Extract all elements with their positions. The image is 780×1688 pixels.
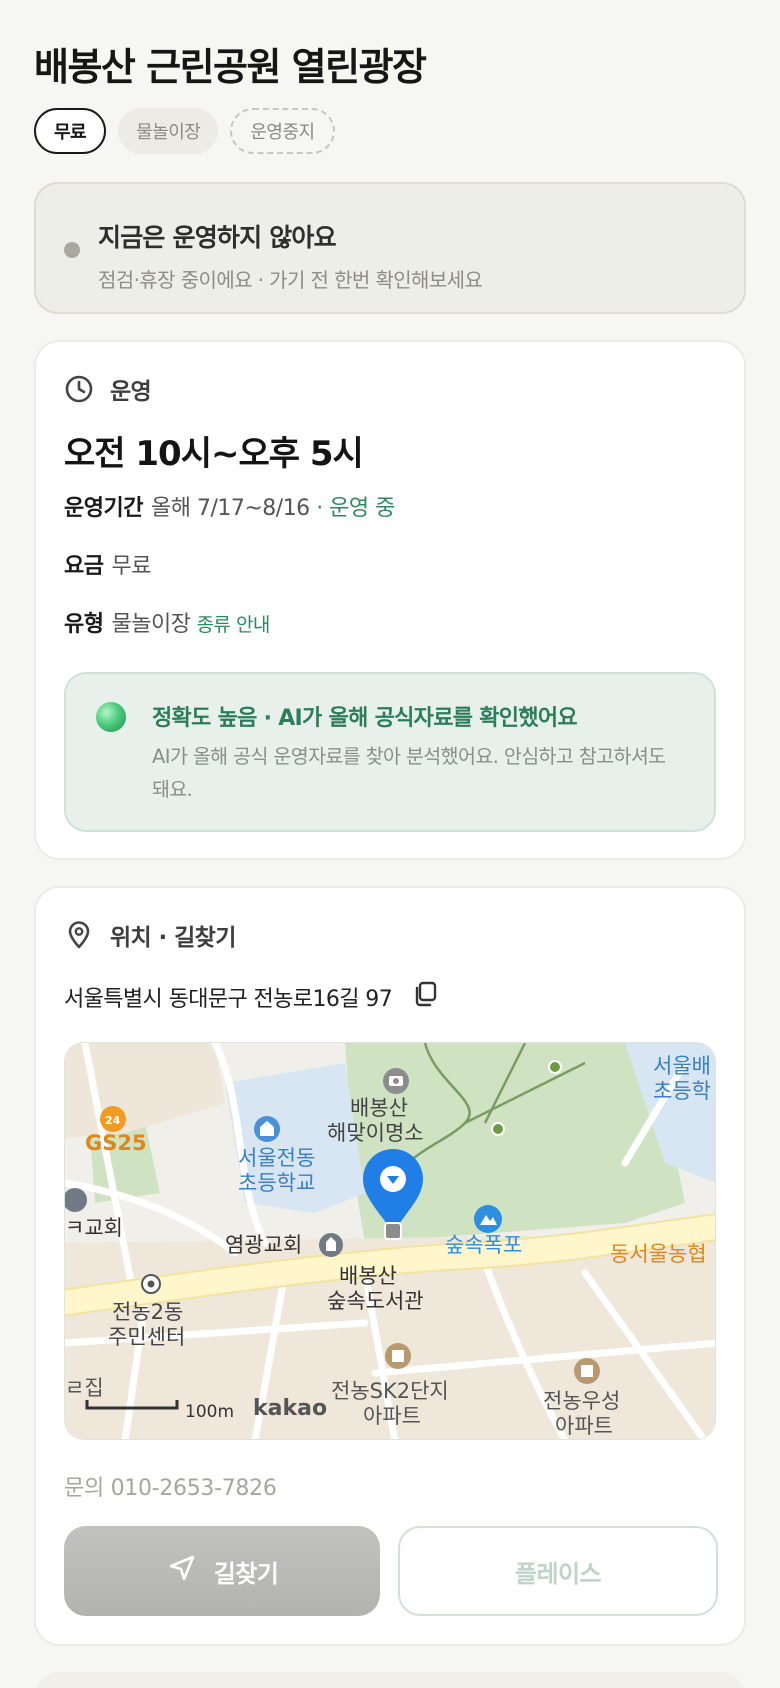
- operation-section-label: 운영: [110, 379, 152, 405]
- place-button[interactable]: 플레이스: [398, 1526, 718, 1616]
- map-label-waterfall: 숲속폭포: [445, 1233, 522, 1257]
- type-label: 유형: [64, 612, 104, 637]
- status-notice: 지금은 운영하지 않아요 점검·휴장 중이에요 · 가기 전 한번 확인해보세요: [34, 182, 746, 314]
- ai-orb-icon: [96, 702, 126, 732]
- directions-button-label: 길찾기: [213, 1559, 279, 1588]
- navigation-arrow-icon: [166, 1552, 198, 1590]
- type-value: 물놀이장: [111, 612, 191, 637]
- clock-icon: [64, 374, 94, 404]
- type-guide-link[interactable]: 종류 안내: [196, 614, 270, 636]
- next-card-edge: [34, 1672, 746, 1688]
- notice-subtitle: 점검·휴장 중이에요 · 가기 전 한번 확인해보세요: [98, 268, 483, 292]
- operation-header: 운영: [64, 372, 152, 406]
- map-label-center-2: 주민센터: [108, 1325, 185, 1349]
- map-label-church-left: ㅋ교회: [65, 1216, 123, 1240]
- ai-confidence-title: 정확도 높음 · AI가 올해 공식자료를 확인했어요: [152, 706, 578, 731]
- location-section-label: 위치 · 길찾기: [110, 925, 236, 951]
- period-row: 운영기간 올해 7/17~8/16 · 운영 중: [64, 490, 395, 522]
- status-dot: [64, 242, 80, 258]
- map-label-topright-2: 초등학: [653, 1079, 711, 1103]
- map-label-apt2-1: 전농우성: [543, 1389, 620, 1413]
- period-label: 운영기간: [64, 496, 143, 521]
- map-label-school-1: 서울전동: [238, 1146, 315, 1170]
- directions-button[interactable]: 길찾기: [64, 1526, 380, 1616]
- operation-card: 운영 오전 10시~오후 5시 운영기간 올해 7/17~8/16 · 운영 중 …: [34, 340, 746, 860]
- map-label-library-1: 배봉산: [339, 1264, 397, 1288]
- map-label-dongseoul: 동서울농협: [610, 1242, 707, 1266]
- notice-title: 지금은 운영하지 않아요: [98, 223, 337, 252]
- operating-hours: 오전 10시~오후 5시: [64, 434, 364, 474]
- map-label-church: 염광교회: [225, 1233, 302, 1257]
- map-label-viewpoint-1: 배봉산: [350, 1096, 408, 1120]
- svg-text:24: 24: [105, 1114, 121, 1127]
- map-scale-label: 100m: [185, 1402, 234, 1422]
- copy-icon[interactable]: [412, 980, 440, 1014]
- contact-info: 문의 010-2653-7826: [64, 1476, 277, 1501]
- period-value: 올해 7/17~8/16: [150, 496, 310, 521]
- map-label-apt2-2: 아파트: [555, 1414, 613, 1438]
- map-label-apt1-1: 전농SK2단지: [331, 1379, 449, 1403]
- ai-confidence-body: AI가 올해 공식 운영자료를 찾아 분석했어요. 안심하고 참고하셔도 돼요.: [152, 745, 666, 801]
- location-header: 위치 · 길찾기: [64, 918, 236, 952]
- page-title: 배봉산 근린공원 열린광장: [34, 45, 427, 89]
- map-label-school-2: 초등학교: [238, 1171, 315, 1195]
- address-text: 서울특별시 동대문구 전농로16길 97: [64, 987, 393, 1012]
- chip-water-park[interactable]: 물놀이장: [118, 108, 219, 154]
- fee-value: 무료: [111, 554, 151, 579]
- map-label-viewpoint-2: 해맞이명소: [327, 1121, 424, 1145]
- tag-chips: 무료 물놀이장 운영중지: [34, 108, 335, 154]
- period-status: · 운영 중: [316, 496, 395, 521]
- address-row: 서울특별시 동대문구 전농로16길 97: [64, 980, 440, 1014]
- fee-label: 요금: [64, 554, 104, 579]
- map-provider-logo: kakao: [253, 1396, 327, 1421]
- place-button-label: 플레이스: [515, 1559, 602, 1588]
- location-pin-icon: [64, 920, 94, 950]
- ai-confidence-box: 정확도 높음 · AI가 올해 공식자료를 확인했어요 AI가 올해 공식 운영…: [64, 672, 716, 832]
- map-label-gs25: GS25: [85, 1131, 147, 1155]
- fee-row: 요금 무료: [64, 548, 151, 580]
- map-label-edge-left: ㄹ집: [65, 1376, 104, 1400]
- page: 배봉산 근린공원 열린광장 무료 물놀이장 운영중지 지금은 운영하지 않아요 …: [0, 0, 780, 1688]
- map-label-center-1: 전농2동: [112, 1300, 183, 1324]
- type-row: 유형 물놀이장 종류 안내: [64, 606, 270, 638]
- map-view[interactable]: 24 GS25 서울전동 초등학교 배봉산 해맞이명소 ㅋ교회 염광교회 숲속폭…: [64, 1042, 716, 1440]
- chip-suspended[interactable]: 운영중지: [230, 108, 335, 154]
- map-label-topright-1: 서울배: [653, 1054, 711, 1078]
- location-card: 위치 · 길찾기 서울특별시 동대문구 전농로16길 97 24 GS25 서울…: [34, 886, 746, 1646]
- chip-free[interactable]: 무료: [34, 108, 107, 154]
- map-label-apt1-2: 아파트: [363, 1404, 421, 1428]
- map-label-library-2: 숲속도서관: [327, 1289, 424, 1313]
